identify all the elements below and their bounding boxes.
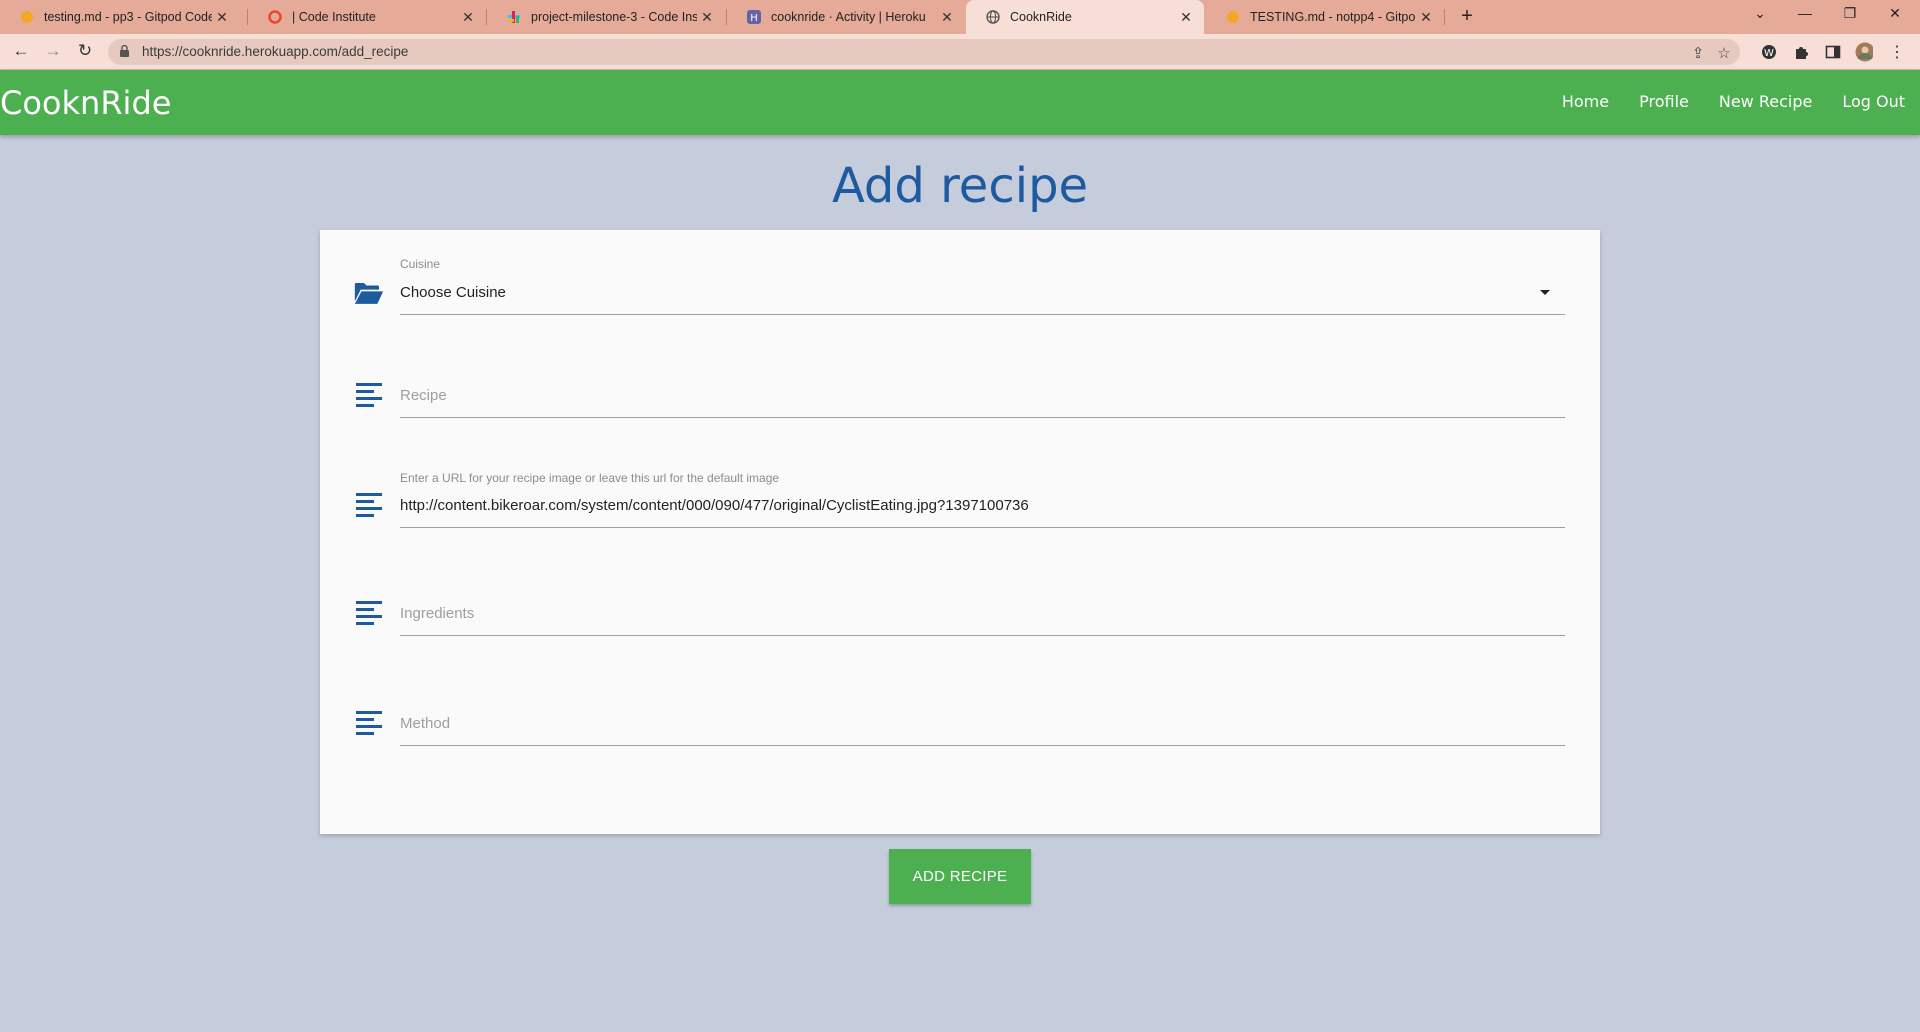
dropdown-caret-icon[interactable]: [1540, 290, 1550, 295]
close-window-icon[interactable]: ✕: [1875, 5, 1915, 22]
new-tab-icon[interactable]: +: [1455, 5, 1479, 28]
svg-text:H: H: [750, 13, 758, 24]
browser-tab[interactable]: H cooknride · Activity | Heroku ✕: [727, 0, 965, 34]
recipe-name-input[interactable]: Recipe: [400, 387, 447, 404]
wordpress-extension-icon[interactable]: W: [1760, 43, 1778, 61]
address-bar[interactable]: https://cooknride.herokuapp.com/add_reci…: [108, 39, 1740, 65]
cuisine-underline: [400, 314, 1565, 315]
method-textarea[interactable]: Method: [400, 715, 450, 732]
brand-logo[interactable]: CooknRide: [0, 84, 171, 122]
folder-open-icon: [354, 283, 384, 304]
nav-profile-link[interactable]: Profile: [1639, 92, 1689, 111]
browser-tab[interactable]: project-milestone-3 - Code Instit ✕: [487, 0, 725, 34]
page-title: Add recipe: [831, 158, 1089, 214]
browser-tab-active[interactable]: CooknRide ✕: [966, 0, 1204, 34]
cuisine-select-field: Cuisine Choose Cuisine: [320, 230, 1600, 320]
close-tab-icon[interactable]: ✕: [458, 9, 478, 26]
method-underline: [400, 745, 1565, 746]
cuisine-label: Cuisine: [400, 257, 441, 271]
nav-logout-link[interactable]: Log Out: [1842, 92, 1905, 111]
heroku-icon: H: [747, 10, 761, 24]
browser-tab[interactable]: | Code Institute ✕: [248, 0, 486, 34]
align-left-icon: [356, 493, 382, 517]
globe-icon: [986, 10, 1000, 24]
back-icon[interactable]: ←: [10, 41, 32, 61]
cuisine-select[interactable]: Choose Cuisine: [400, 284, 506, 301]
add-recipe-form: Cuisine Choose Cuisine Recipe Enter a UR…: [320, 230, 1600, 834]
restore-icon[interactable]: ❐: [1830, 5, 1870, 22]
svg-text:W: W: [1764, 48, 1774, 59]
reload-icon[interactable]: ↻: [74, 41, 96, 61]
slack-icon: [507, 10, 521, 24]
gitpod-icon: [20, 10, 34, 24]
close-tab-icon[interactable]: ✕: [1176, 9, 1196, 26]
code-institute-icon: [268, 10, 282, 24]
nav-new-recipe-link[interactable]: New Recipe: [1719, 92, 1812, 111]
add-recipe-button[interactable]: ADD RECIPE: [889, 849, 1031, 904]
forward-icon[interactable]: →: [42, 41, 64, 61]
profile-avatar-icon[interactable]: [1855, 42, 1873, 62]
browser-tab-strip: testing.md - pp3 - Gitpod Code ✕ | Code …: [0, 0, 1920, 34]
minimize-icon[interactable]: —: [1785, 5, 1825, 21]
image-url-label: Enter a URL for your recipe image or lea…: [400, 471, 780, 485]
gitpod-icon: [1226, 10, 1240, 24]
share-icon[interactable]: ⇪: [1688, 44, 1708, 62]
close-tab-icon[interactable]: ✕: [212, 9, 232, 26]
lock-icon: [120, 45, 129, 57]
browser-tab[interactable]: testing.md - pp3 - Gitpod Code ✕: [0, 0, 240, 34]
ingredients-textarea[interactable]: Ingredients: [400, 605, 474, 622]
align-left-icon: [356, 601, 382, 625]
nav-links: Home Profile New Recipe Log Out: [1562, 92, 1905, 111]
browser-tab[interactable]: TESTING.md - notpp4 - Gitpod C ✕: [1206, 0, 1444, 34]
site-navbar: CooknRide Home Profile New Recipe Log Ou…: [0, 70, 1920, 135]
browser-menu-icon[interactable]: ⋮: [1888, 43, 1906, 61]
close-tab-icon[interactable]: ✕: [1416, 9, 1436, 26]
browser-toolbar: ← → ↻ https://cooknride.herokuapp.com/ad…: [0, 34, 1920, 70]
url-text[interactable]: https://cooknride.herokuapp.com/add_reci…: [142, 44, 408, 59]
image-url-underline: [400, 527, 1565, 528]
bookmark-star-icon[interactable]: ☆: [1714, 44, 1734, 62]
image-url-field: Enter a URL for your recipe image or lea…: [320, 450, 1600, 550]
side-panel-icon[interactable]: [1824, 43, 1842, 61]
recipe-underline: [400, 417, 1565, 418]
ingredients-underline: [400, 635, 1565, 636]
nav-home-link[interactable]: Home: [1562, 92, 1609, 111]
tab-search-icon[interactable]: ⌄: [1740, 5, 1780, 22]
recipe-name-field: Recipe: [320, 340, 1600, 430]
close-tab-icon[interactable]: ✕: [937, 9, 957, 26]
extensions-puzzle-icon[interactable]: [1792, 43, 1810, 61]
align-left-icon: [356, 711, 382, 735]
method-field: Method: [320, 670, 1600, 760]
tab-separator: [1444, 9, 1445, 25]
ingredients-field: Ingredients: [320, 560, 1600, 650]
close-tab-icon[interactable]: ✕: [697, 9, 717, 26]
image-url-input[interactable]: http://content.bikeroar.com/system/conte…: [400, 497, 1029, 514]
align-left-icon: [356, 383, 382, 407]
